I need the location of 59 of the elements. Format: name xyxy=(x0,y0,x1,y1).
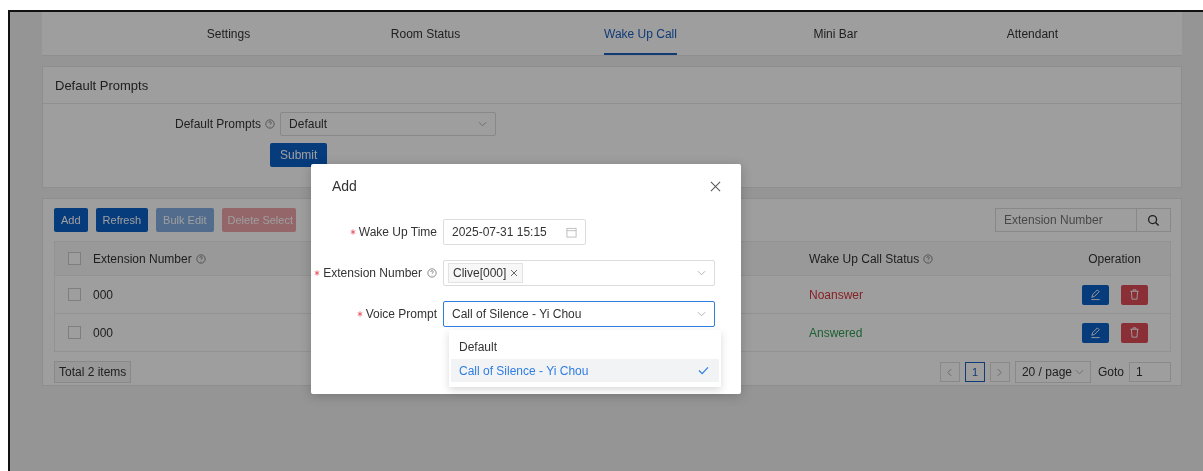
search-icon xyxy=(1147,213,1160,227)
dropdown-option[interactable]: Call of Silence - Yi Chou xyxy=(451,359,719,382)
submit-button[interactable]: Submit xyxy=(270,143,328,167)
chevron-down-icon xyxy=(697,311,706,317)
trash-icon xyxy=(1127,288,1141,301)
date-picker[interactable]: 2025-07-31 15:15 xyxy=(443,219,586,245)
total-count: Total 2 items xyxy=(54,361,132,383)
dialog-title: Add xyxy=(332,178,357,194)
column-header: Wake Up Call Status xyxy=(809,251,920,266)
status-text: Answered xyxy=(809,325,863,340)
edit-button[interactable] xyxy=(1081,284,1109,305)
checkbox[interactable] xyxy=(67,326,81,339)
delete-button[interactable] xyxy=(1120,284,1148,305)
tag: Clive[000] xyxy=(448,263,524,283)
pencil-icon xyxy=(1088,326,1102,339)
chevron-right-icon xyxy=(997,367,1003,377)
tab[interactable]: Room Status xyxy=(327,12,524,55)
pencil-icon xyxy=(1088,288,1102,301)
calendar-icon xyxy=(566,226,577,238)
close-button[interactable] xyxy=(710,180,721,192)
field-label: Wake Up Time xyxy=(358,225,437,239)
goto-label: Goto xyxy=(1098,365,1124,379)
remove-icon[interactable] xyxy=(510,269,519,277)
extension-select[interactable]: Clive[000] xyxy=(443,260,715,286)
column-header: Extension Number xyxy=(93,251,192,266)
checkbox[interactable] xyxy=(67,252,81,265)
delete-button[interactable] xyxy=(1120,322,1148,343)
tab[interactable]: Wake Up Call xyxy=(604,12,677,55)
search-field[interactable]: Extension Number xyxy=(995,208,1137,232)
chevron-down-icon xyxy=(478,121,488,127)
status-text: Noanswer xyxy=(809,287,864,302)
field-label: Voice Prompt xyxy=(365,307,437,321)
trash-icon xyxy=(1127,326,1141,339)
tab[interactable]: Mini Bar xyxy=(736,12,934,55)
field-label: Extension Number xyxy=(323,266,422,280)
chevron-down-icon xyxy=(1075,369,1084,375)
check-icon xyxy=(698,366,709,375)
checkbox[interactable] xyxy=(67,288,81,301)
tab[interactable]: Settings xyxy=(130,12,327,55)
help-icon xyxy=(265,119,276,129)
search-button[interactable] xyxy=(1137,208,1171,232)
table-cell: 000 xyxy=(93,325,114,340)
edit-button[interactable] xyxy=(1081,322,1109,343)
close-icon xyxy=(710,180,721,192)
toolbar-button[interactable]: Add xyxy=(54,208,88,232)
default-prompts-select[interactable]: Default xyxy=(280,112,497,136)
column-header: Operation xyxy=(1088,251,1141,266)
voice-prompt-select[interactable]: Call of Silence - Yi Chou xyxy=(443,301,715,327)
chevron-left-icon xyxy=(947,367,953,377)
field-label: Default Prompts xyxy=(175,117,262,131)
page-size-select[interactable]: 20 / page xyxy=(1014,361,1091,383)
chevron-down-icon xyxy=(697,270,706,276)
dropdown-option[interactable]: Default xyxy=(451,335,719,358)
tab[interactable]: Attendant xyxy=(933,12,1131,55)
toolbar-button[interactable]: Refresh xyxy=(95,208,149,232)
card-title: Default Prompts xyxy=(55,77,149,93)
page-button[interactable]: 1 xyxy=(964,362,985,382)
goto-field[interactable]: 1 xyxy=(1129,362,1171,382)
table-cell: 000 xyxy=(93,287,114,302)
